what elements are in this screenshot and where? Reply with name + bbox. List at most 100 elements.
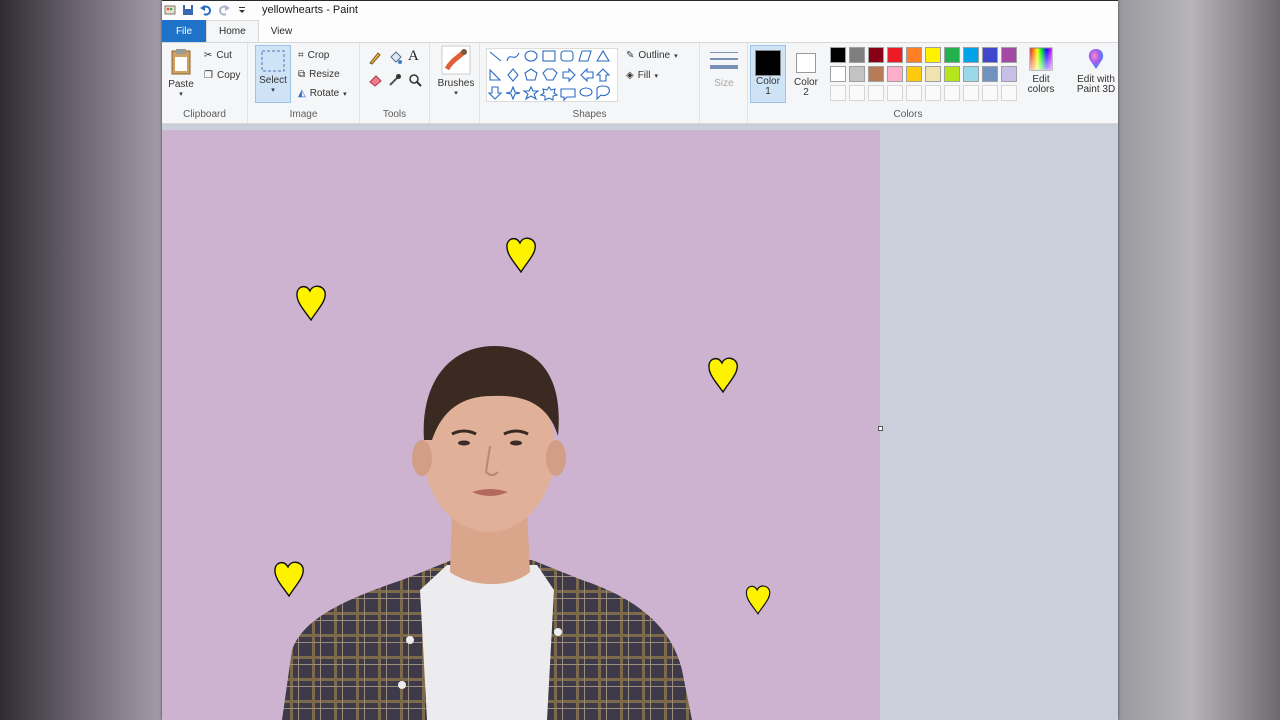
custom-color-slot[interactable] bbox=[887, 85, 903, 101]
custom-color-slot[interactable] bbox=[925, 85, 941, 101]
paste-button[interactable]: Paste ▾ bbox=[166, 48, 196, 98]
brushes-button[interactable]: Brushes ▾ bbox=[436, 45, 476, 97]
fill-dropdown-icon: ▾ bbox=[654, 72, 658, 80]
fill-icon: ◈ bbox=[626, 70, 634, 81]
color-swatch[interactable] bbox=[982, 66, 998, 82]
color-swatch[interactable] bbox=[906, 66, 922, 82]
quick-access-toolbar bbox=[164, 4, 248, 16]
color-swatch[interactable] bbox=[887, 66, 903, 82]
color-swatch[interactable] bbox=[925, 47, 941, 63]
color-palette bbox=[830, 47, 1017, 101]
outline-dropdown-icon: ▾ bbox=[674, 52, 678, 60]
color-swatch[interactable] bbox=[849, 47, 865, 63]
color1-button[interactable]: Color 1 bbox=[750, 45, 786, 103]
clipboard-icon bbox=[170, 48, 192, 79]
tab-view[interactable]: View bbox=[259, 20, 305, 42]
tools-group-label: Tools bbox=[382, 109, 407, 120]
color-swatch[interactable] bbox=[830, 66, 846, 82]
outline-button[interactable]: ✎ Outline ▾ bbox=[626, 50, 678, 61]
custom-color-slot[interactable] bbox=[906, 85, 922, 101]
fill-button[interactable]: ◈ Fill ▾ bbox=[626, 70, 658, 81]
copy-label: Copy bbox=[216, 70, 241, 81]
redo-icon[interactable] bbox=[218, 4, 230, 16]
color2-button[interactable]: Color 2 bbox=[788, 45, 824, 103]
heart-icon bbox=[274, 561, 304, 598]
color-picker-icon[interactable] bbox=[388, 73, 402, 92]
paste-label: Paste bbox=[168, 79, 194, 90]
color-swatch[interactable] bbox=[963, 66, 979, 82]
color-swatch[interactable] bbox=[963, 47, 979, 63]
copy-button[interactable]: ❐ Copy bbox=[204, 70, 240, 81]
size-group: Size bbox=[700, 43, 748, 123]
color1-number: 1 bbox=[765, 86, 771, 97]
tab-home[interactable]: Home bbox=[206, 20, 259, 42]
edit-colors-label-2: colors bbox=[1027, 84, 1055, 95]
shapes-group-label: Shapes bbox=[572, 109, 607, 120]
select-rectangle-icon bbox=[261, 50, 285, 75]
size-label: Size bbox=[714, 78, 734, 89]
scissors-icon: ✂ bbox=[204, 50, 213, 61]
fill-label: Fill bbox=[637, 70, 651, 81]
color-wheel-icon bbox=[1029, 47, 1053, 74]
outline-icon: ✎ bbox=[626, 50, 635, 61]
paint3d-label-2: Paint 3D bbox=[1076, 84, 1116, 95]
tab-file[interactable]: File bbox=[162, 20, 206, 42]
custom-color-slot[interactable] bbox=[963, 85, 979, 101]
fill-bucket-icon[interactable] bbox=[388, 51, 402, 70]
color2-swatch bbox=[796, 53, 816, 73]
cut-button[interactable]: ✂ Cut bbox=[204, 50, 232, 61]
color-swatch[interactable] bbox=[1001, 66, 1017, 82]
text-tool-icon[interactable]: A bbox=[408, 48, 419, 65]
brushes-label: Brushes bbox=[437, 78, 475, 89]
color-swatch[interactable] bbox=[906, 47, 922, 63]
edit-with-paint3d-button[interactable]: Edit with Paint 3D bbox=[1074, 47, 1118, 95]
paint-app-icon[interactable] bbox=[164, 4, 176, 16]
line-size-icon bbox=[709, 49, 739, 78]
color-swatch[interactable] bbox=[868, 66, 884, 82]
cut-label: Cut bbox=[216, 50, 232, 61]
color-swatch[interactable] bbox=[944, 66, 960, 82]
heart-icon bbox=[506, 237, 536, 274]
image-group-label: Image bbox=[289, 109, 318, 120]
eraser-icon[interactable] bbox=[368, 73, 382, 92]
custom-color-slot[interactable] bbox=[1001, 85, 1017, 101]
color2-number: 2 bbox=[803, 87, 809, 98]
canvas-resize-handle[interactable] bbox=[878, 426, 883, 431]
brushes-dropdown-icon: ▾ bbox=[454, 90, 458, 97]
canvas-workspace bbox=[162, 126, 1118, 720]
customize-dropdown-icon[interactable] bbox=[236, 4, 248, 16]
size-button[interactable]: Size bbox=[706, 49, 742, 89]
title-bar: yellowhearts - Paint bbox=[162, 0, 1118, 18]
custom-color-slot[interactable] bbox=[830, 85, 846, 101]
rotate-button[interactable]: ◭ Rotate ▾ bbox=[298, 88, 347, 99]
rotate-icon: ◭ bbox=[298, 88, 306, 99]
color-swatch[interactable] bbox=[887, 47, 903, 63]
color-swatch[interactable] bbox=[830, 47, 846, 63]
custom-color-slot[interactable] bbox=[944, 85, 960, 101]
magnifier-icon[interactable] bbox=[408, 73, 422, 92]
pencil-icon[interactable] bbox=[368, 51, 382, 70]
custom-color-slot[interactable] bbox=[849, 85, 865, 101]
color-swatch[interactable] bbox=[944, 47, 960, 63]
drawing-canvas[interactable] bbox=[162, 130, 880, 720]
shapes-group: ✎ Outline ▾ ◈ Fill ▾ Shapes bbox=[480, 43, 700, 123]
save-icon[interactable] bbox=[182, 4, 194, 16]
person-photo bbox=[282, 346, 692, 720]
color-swatch[interactable] bbox=[868, 47, 884, 63]
heart-icon bbox=[745, 585, 771, 615]
shapes-gallery[interactable] bbox=[486, 48, 618, 102]
resize-button[interactable]: ⧉ Resize bbox=[298, 69, 340, 80]
custom-color-slot[interactable] bbox=[868, 85, 884, 101]
color-swatch[interactable] bbox=[849, 66, 865, 82]
select-button[interactable]: Select ▾ bbox=[255, 45, 291, 103]
shapes-gallery-icons bbox=[487, 49, 611, 102]
heart-icon bbox=[708, 357, 738, 394]
crop-button[interactable]: ⌗ Crop bbox=[298, 50, 329, 61]
color-swatch[interactable] bbox=[1001, 47, 1017, 63]
image-group: Select ▾ ⌗ Crop ⧉ Resize ◭ Rotate ▾ Imag… bbox=[248, 43, 360, 123]
custom-color-slot[interactable] bbox=[982, 85, 998, 101]
undo-icon[interactable] bbox=[200, 4, 212, 16]
edit-colors-button[interactable]: Edit colors bbox=[1023, 47, 1059, 95]
color-swatch[interactable] bbox=[982, 47, 998, 63]
color-swatch[interactable] bbox=[925, 66, 941, 82]
